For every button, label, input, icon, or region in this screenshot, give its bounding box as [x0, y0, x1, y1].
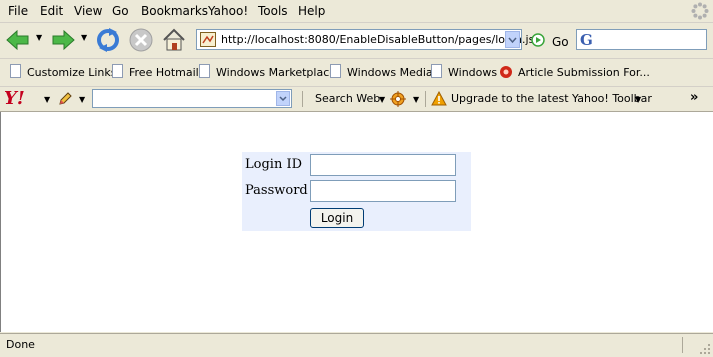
menu-yahoo[interactable]: Yahoo! [208, 4, 248, 18]
page-favicon-icon [200, 32, 216, 47]
pencil-dropdown-icon[interactable]: ▼ [79, 95, 85, 104]
crosshair-dropdown-icon[interactable]: ▼ [413, 95, 419, 104]
yahoo-menu-dropdown-icon[interactable]: ▼ [44, 95, 50, 104]
menu-tools[interactable]: Tools [258, 4, 288, 18]
toolbar-separator [425, 91, 426, 107]
throbber-icon [691, 2, 709, 20]
back-dropdown-icon[interactable]: ▼ [36, 33, 42, 42]
resize-grip-icon[interactable] [699, 343, 711, 355]
article-favicon-icon [500, 66, 512, 78]
login-id-input[interactable] [310, 154, 456, 176]
password-input[interactable] [310, 180, 456, 202]
back-arrow-icon[interactable] [5, 27, 31, 53]
page-content: Login ID Password Login [0, 112, 713, 332]
login-form: Login ID Password Login [242, 152, 471, 231]
warning-icon [431, 91, 447, 106]
go-button-label[interactable]: Go [552, 35, 569, 49]
bookmark-windows[interactable]: Windows [448, 66, 497, 79]
yahoo-search-history-dropdown-icon[interactable] [276, 91, 290, 106]
bookmark-windows-marketplace[interactable]: Windows Marketplace [216, 66, 336, 79]
yahoo-search-web-button[interactable]: Search Web [315, 92, 380, 105]
crosshair-icon[interactable] [390, 91, 406, 107]
bookmark-free-hotmail[interactable]: Free Hotmail [129, 66, 199, 79]
yahoo-toolbar: Y! ▼ ▼ Search Web ▼ ▼ Upgrade to the lat… [0, 87, 713, 112]
bookmark-page-icon [330, 64, 341, 78]
menu-bar: File Edit View Go Bookmarks Yahoo! Tools… [0, 0, 713, 23]
menu-edit[interactable]: Edit [40, 4, 63, 18]
status-bar: Done [0, 333, 713, 357]
bookmarks-toolbar: Customize Links Free Hotmail Windows Mar… [0, 59, 713, 87]
login-id-label: Login ID [245, 157, 303, 172]
url-text: http://localhost:8080/EnableDisableButto… [221, 33, 539, 46]
login-button[interactable]: Login [310, 208, 364, 228]
google-icon[interactable]: G [580, 31, 593, 49]
bookmark-windows-media[interactable]: Windows Media [347, 66, 433, 79]
home-icon[interactable] [161, 27, 187, 53]
toolbar-separator [302, 91, 303, 107]
bookmark-page-icon [112, 64, 123, 78]
password-label: Password [245, 183, 308, 198]
search-input[interactable]: G [576, 29, 707, 50]
bookmark-customize-links[interactable]: Customize Links [27, 66, 117, 79]
upgrade-dropdown-icon[interactable]: ▼ [635, 95, 641, 104]
bookmark-page-icon [431, 64, 442, 78]
menu-file[interactable]: File [8, 4, 28, 18]
go-icon[interactable] [531, 33, 545, 47]
toolbar-overflow-chevron-icon[interactable]: » [690, 90, 698, 105]
pencil-icon[interactable] [57, 91, 73, 107]
url-history-dropdown-icon[interactable] [505, 31, 520, 48]
menu-go[interactable]: Go [112, 4, 129, 18]
bookmark-article-submission[interactable]: Article Submission For... [518, 66, 650, 79]
reload-icon[interactable] [95, 27, 121, 53]
stop-icon[interactable] [128, 27, 154, 53]
status-separator [682, 337, 683, 353]
menu-view[interactable]: View [74, 4, 102, 18]
menu-bookmarks[interactable]: Bookmarks [141, 4, 208, 18]
forward-arrow-icon[interactable] [50, 27, 76, 53]
yahoo-upgrade-button[interactable]: Upgrade to the latest Yahoo! Toolbar [451, 92, 652, 105]
yahoo-search-input[interactable] [92, 89, 292, 108]
bookmark-page-icon [199, 64, 210, 78]
forward-dropdown-icon[interactable]: ▼ [81, 33, 87, 42]
menu-help[interactable]: Help [298, 4, 325, 18]
bookmark-page-icon [10, 64, 21, 78]
yahoo-logo-icon[interactable]: Y! [4, 88, 25, 109]
status-text: Done [6, 338, 35, 351]
search-web-dropdown-icon[interactable]: ▼ [379, 95, 385, 104]
navigation-toolbar: ▼ ▼ http://localhost:8080/EnableDisableB… [0, 23, 713, 59]
url-bar[interactable]: http://localhost:8080/EnableDisableButto… [196, 29, 538, 50]
